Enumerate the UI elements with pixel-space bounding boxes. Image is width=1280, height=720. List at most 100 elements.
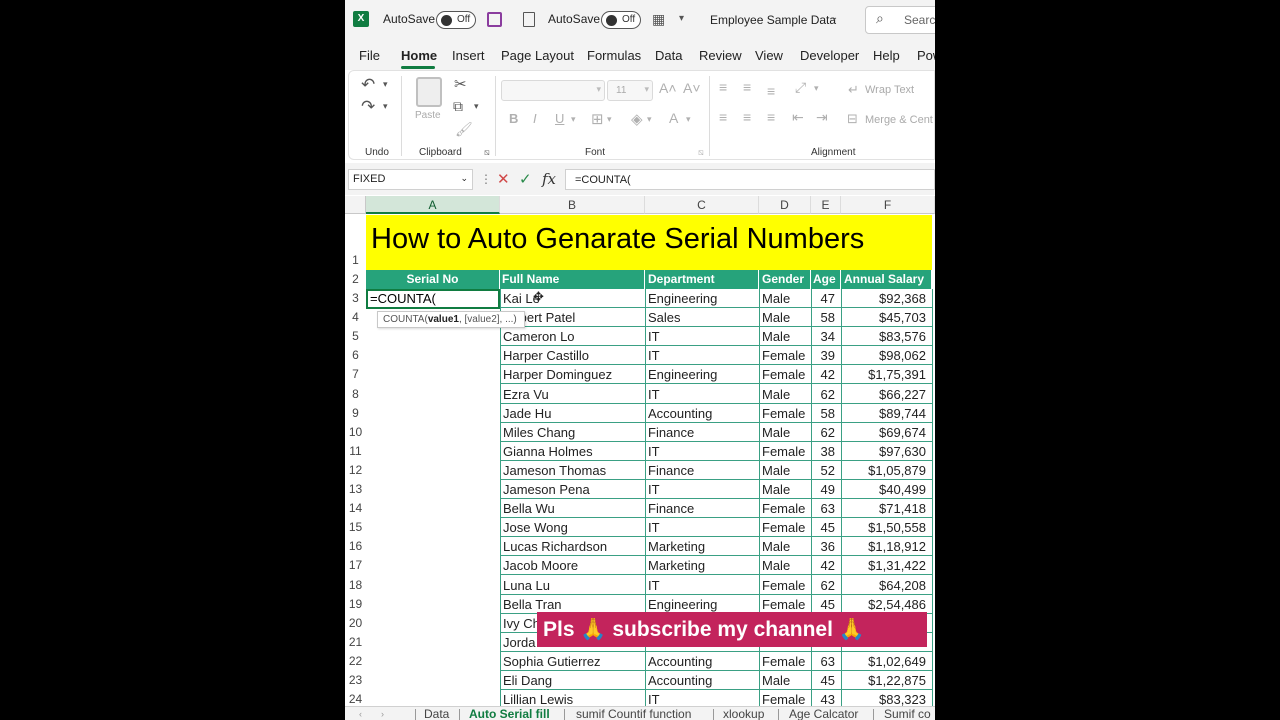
department-cell[interactable]: Marketing <box>645 537 759 556</box>
department-cell[interactable]: Accounting <box>645 404 759 423</box>
customize-dropdown-icon[interactable]: ▾ <box>679 13 684 24</box>
name-cell[interactable]: Lucas Richardson <box>500 537 645 556</box>
insert-function-icon[interactable]: fx <box>542 170 556 188</box>
row-header[interactable]: 23 <box>345 671 366 690</box>
department-cell[interactable]: Marketing <box>645 556 759 575</box>
salary-cell[interactable]: $98,062 <box>841 346 932 365</box>
tab-formulas[interactable]: Formulas <box>587 48 641 63</box>
serial-cell[interactable] <box>366 499 500 518</box>
age-cell[interactable]: 38 <box>811 442 841 461</box>
gender-cell[interactable]: Male <box>759 671 811 690</box>
serial-cell[interactable] <box>366 480 500 499</box>
gender-cell[interactable]: Male <box>759 327 811 346</box>
wrap-text-icon[interactable]: ↵ <box>848 82 859 98</box>
name-box[interactable]: FIXED ⌄ <box>348 169 473 190</box>
wrap-text-label[interactable]: Wrap Text <box>865 84 914 96</box>
next-sheet-icon[interactable]: › <box>381 707 384 720</box>
row-header[interactable]: 17 <box>345 556 366 575</box>
align-right-icon[interactable]: ≡ <box>767 109 775 125</box>
align-top-icon[interactable]: ≡ <box>719 79 727 95</box>
salary-cell[interactable]: $64,208 <box>841 576 932 595</box>
cancel-icon[interactable]: ✕ <box>497 170 510 188</box>
row-header[interactable]: 21 <box>345 633 366 652</box>
undo-icon[interactable]: ↶ <box>361 75 375 95</box>
align-center-icon[interactable]: ≡ <box>743 109 751 125</box>
department-cell[interactable]: Accounting <box>645 671 759 690</box>
age-cell[interactable]: 34 <box>811 327 841 346</box>
age-cell[interactable]: 52 <box>811 461 841 480</box>
file-name[interactable]: Employee Sample Data <box>710 13 836 27</box>
name-cell[interactable]: Gianna Holmes <box>500 442 645 461</box>
gender-cell[interactable]: Female <box>759 442 811 461</box>
gender-cell[interactable]: Male <box>759 537 811 556</box>
tab-page-layout[interactable]: Page Layout <box>501 48 574 63</box>
select-all-corner[interactable] <box>345 196 366 214</box>
copy-icon[interactable]: ⧉ <box>453 98 463 115</box>
redo-icon[interactable]: ↷ <box>361 97 375 117</box>
salary-cell[interactable]: $1,50,558 <box>841 518 932 537</box>
salary-cell[interactable]: $83,576 <box>841 327 932 346</box>
department-cell[interactable]: IT <box>645 385 759 404</box>
font-name-select[interactable]: ▾ <box>501 80 605 101</box>
autosave-toggle-2[interactable]: Off <box>601 11 641 29</box>
header-full-name[interactable]: Full Name <box>500 270 645 289</box>
table-icon[interactable]: ▦ <box>652 11 665 28</box>
salary-cell[interactable]: $1,02,649 <box>841 652 932 671</box>
serial-cell[interactable] <box>366 423 500 442</box>
department-cell[interactable]: IT <box>645 480 759 499</box>
name-cell[interactable]: Luna Lu <box>500 576 645 595</box>
font-launcher-icon[interactable]: ⧅ <box>698 147 704 158</box>
tab-help[interactable]: Help <box>873 48 900 63</box>
worksheet-grid[interactable]: A B C D E F 1 How to Auto Genarate Seria… <box>345 196 935 708</box>
orientation-dropdown-icon[interactable]: ▾ <box>814 83 819 94</box>
name-cell[interactable]: Harper Dominguez <box>500 365 645 384</box>
department-cell[interactable]: IT <box>645 327 759 346</box>
row-header[interactable]: 13 <box>345 480 366 499</box>
row-header[interactable]: 19 <box>345 595 366 614</box>
age-cell[interactable]: 62 <box>811 385 841 404</box>
gender-cell[interactable]: Female <box>759 365 811 384</box>
age-cell[interactable]: 49 <box>811 480 841 499</box>
department-cell[interactable]: IT <box>645 518 759 537</box>
name-cell[interactable]: Jacob Moore <box>500 556 645 575</box>
font-size-select[interactable]: 11 ▾ <box>607 80 653 101</box>
header-age[interactable]: Age <box>811 270 841 289</box>
active-cell-a3[interactable]: =COUNTA( <box>366 289 500 309</box>
paste-label[interactable]: Paste <box>415 110 441 121</box>
serial-cell[interactable] <box>366 537 500 556</box>
borders-dropdown-icon[interactable]: ▾ <box>607 114 612 125</box>
name-cell[interactable]: Ezra Vu <box>500 385 645 404</box>
department-cell[interactable]: IT <box>645 346 759 365</box>
gender-cell[interactable]: Male <box>759 385 811 404</box>
row-header[interactable]: 18 <box>345 576 366 595</box>
gender-cell[interactable]: Male <box>759 556 811 575</box>
name-cell[interactable]: Jameson Thomas <box>500 461 645 480</box>
row-header[interactable]: 12 <box>345 461 366 480</box>
merge-center-icon[interactable]: ⊟ <box>847 111 858 127</box>
sheet-tab-sumif-countif[interactable]: sumif Countif function <box>576 707 691 720</box>
gender-cell[interactable]: Male <box>759 289 811 308</box>
sheet-tab-sumif-co[interactable]: Sumif co <box>884 707 931 720</box>
name-cell[interactable]: Jameson Pena <box>500 480 645 499</box>
age-cell[interactable]: 62 <box>811 423 841 442</box>
cut-icon[interactable]: ✂ <box>454 75 467 93</box>
font-color-dropdown-icon[interactable]: ▾ <box>686 114 691 125</box>
serial-cell[interactable] <box>366 442 500 461</box>
more-options-icon[interactable]: ⋮ <box>480 172 492 186</box>
tab-power[interactable]: Pow <box>917 48 935 63</box>
document-icon[interactable] <box>523 12 535 27</box>
department-cell[interactable]: Engineering <box>645 365 759 384</box>
sheet-tab-auto-serial-fill[interactable]: Auto Serial fill <box>469 707 550 720</box>
header-department[interactable]: Department <box>645 270 759 289</box>
sheet-tab-data[interactable]: Data <box>424 707 449 720</box>
tab-home[interactable]: Home <box>401 48 437 63</box>
age-cell[interactable]: 42 <box>811 556 841 575</box>
salary-cell[interactable]: $66,227 <box>841 385 932 404</box>
salary-cell[interactable]: $40,499 <box>841 480 932 499</box>
increase-font-icon[interactable]: A˄ <box>659 80 677 96</box>
italic-icon[interactable]: I <box>533 111 537 126</box>
copy-dropdown-icon[interactable]: ▾ <box>474 101 479 112</box>
serial-cell[interactable] <box>366 518 500 537</box>
name-cell[interactable]: Cameron Lo <box>500 327 645 346</box>
department-cell[interactable]: Finance <box>645 423 759 442</box>
